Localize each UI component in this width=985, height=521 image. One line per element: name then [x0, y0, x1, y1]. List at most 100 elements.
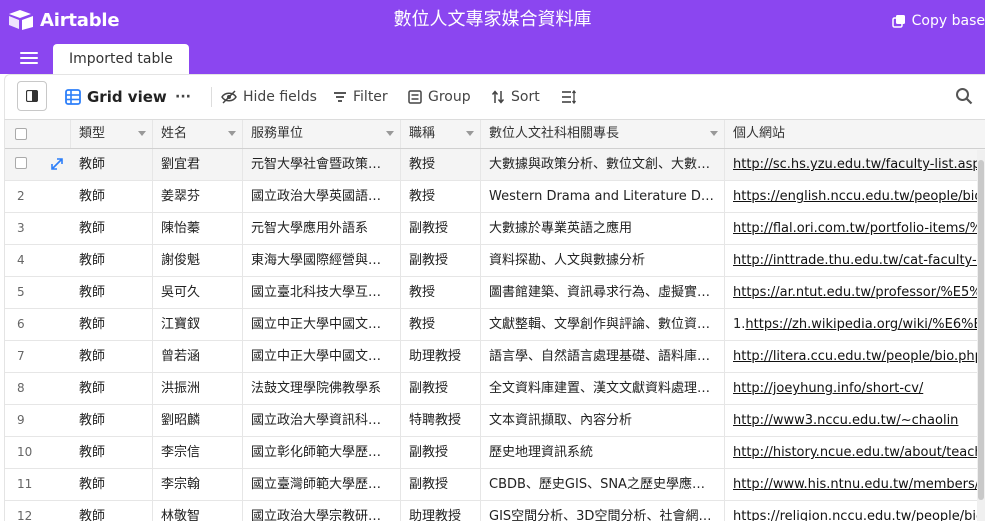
website-link[interactable]: http://inttrade.thu.edu.tw/cat-faculty-1…: [733, 253, 985, 268]
cell-name[interactable]: 李宗翰: [153, 469, 243, 500]
table-row[interactable]: 12 教師 林敬智 國立政治大學宗教研究所 助理教授 GIS空間分析、3D空間分…: [5, 501, 985, 521]
cell-title[interactable]: 副教授: [401, 373, 481, 404]
table-row[interactable]: 8 教師 洪振洲 法鼓文理學院佛教學系 副教授 全文資料庫建置、漢文文獻資料處理…: [5, 373, 985, 405]
website-link[interactable]: http://flal.ori.com.tw/portfolio-items/%…: [733, 221, 985, 236]
cell-unit[interactable]: 國立政治大學英國語文學系: [243, 181, 401, 212]
column-header-unit[interactable]: 服務單位: [243, 120, 401, 148]
cell-name[interactable]: 李宗信: [153, 437, 243, 468]
cell-website[interactable]: 1.https://zh.wikipedia.org/wiki/%E6%B1%9…: [725, 309, 985, 340]
cell-skill[interactable]: 全文資料庫建置、漢文文獻資料處理與分析: [481, 373, 725, 404]
cell-type[interactable]: 教師: [71, 373, 153, 404]
cell-unit[interactable]: 元智大學應用外語系: [243, 213, 401, 244]
cell-skill[interactable]: CBDB、歷史GIS、SNA之歷史學應用研究: [481, 469, 725, 500]
chevron-down-icon[interactable]: [228, 131, 236, 137]
table-row[interactable]: 9 教師 劉昭麟 國立政治大學資訊科學系 特聘教授 文本資訊擷取、內容分析 ht…: [5, 405, 985, 437]
cell-skill[interactable]: 文本資訊擷取、內容分析: [481, 405, 725, 436]
cell-name[interactable]: 吳可久: [153, 277, 243, 308]
cell-unit[interactable]: 國立中正大學中國文學系: [243, 341, 401, 372]
hide-fields-button[interactable]: Hide fields: [221, 75, 317, 119]
view-more-button[interactable]: ···: [175, 75, 191, 119]
website-link[interactable]: http://sc.hs.yzu.edu.tw/faculty-list.asp…: [733, 157, 985, 172]
cell-type[interactable]: 教師: [71, 181, 153, 212]
cell-type[interactable]: 教師: [71, 437, 153, 468]
cell-skill[interactable]: 大數據於專業英語之應用: [481, 213, 725, 244]
cell-unit[interactable]: 國立政治大學宗教研究所: [243, 501, 401, 521]
website-link[interactable]: http://history.ncue.edu.tw/about/teacher: [733, 445, 985, 460]
cell-name[interactable]: 陳怡蓁: [153, 213, 243, 244]
column-header-title[interactable]: 職稱: [401, 120, 481, 148]
cell-name[interactable]: 劉昭麟: [153, 405, 243, 436]
table-row[interactable]: 10 教師 李宗信 國立彰化師範大學歷史學研究所 副教授 歷史地理資訊系統 ht…: [5, 437, 985, 469]
cell-name[interactable]: 劉宜君: [153, 149, 243, 180]
cell-title[interactable]: 特聘教授: [401, 405, 481, 436]
copy-base-button[interactable]: Copy base: [891, 10, 985, 32]
cell-skill[interactable]: 歷史地理資訊系統: [481, 437, 725, 468]
cell-type[interactable]: 教師: [71, 213, 153, 244]
website-link[interactable]: https://ar.ntut.edu.tw/professor/%E5%90: [733, 285, 985, 300]
row-height-button[interactable]: [561, 75, 583, 119]
cell-unit[interactable]: 國立中正大學中國文學系: [243, 309, 401, 340]
chevron-down-icon[interactable]: [466, 131, 474, 137]
sort-button[interactable]: Sort: [491, 75, 540, 119]
hamburger-icon[interactable]: [20, 52, 38, 66]
cell-type[interactable]: 教師: [71, 277, 153, 308]
website-link[interactable]: http://www.his.ntnu.edu.tw/members/bio: [733, 477, 985, 492]
view-switcher[interactable]: Grid view: [65, 75, 167, 119]
website-link[interactable]: http://litera.ccu.edu.tw/people/bio.php?…: [733, 349, 985, 364]
cell-skill[interactable]: 大數據與政策分析、數位文創、大數據與治理: [481, 149, 725, 180]
column-header-name[interactable]: 姓名: [153, 120, 243, 148]
cell-name[interactable]: 洪振洲: [153, 373, 243, 404]
cell-unit[interactable]: 東海大學國際經營與貿易學系: [243, 245, 401, 276]
cell-website[interactable]: http://history.ncue.edu.tw/about/teacher: [725, 437, 985, 468]
cell-type[interactable]: 教師: [71, 309, 153, 340]
search-icon[interactable]: [955, 87, 973, 105]
table-row[interactable]: 7 教師 曾若涵 國立中正大學中國文學系 助理教授 語言學、自然語言處理基礎、語…: [5, 341, 985, 373]
table-row[interactable]: 5 教師 吳可久 國立臺北科技大學互動設計系 教授 圖書館建築、資訊尋求行為、虛…: [5, 277, 985, 309]
cell-unit[interactable]: 國立臺灣師範大學歷史學系: [243, 469, 401, 500]
cell-website[interactable]: https://english.nccu.edu.tw/people/bio.p…: [725, 181, 985, 212]
chevron-down-icon[interactable]: [138, 131, 146, 137]
cell-name[interactable]: 謝俊魁: [153, 245, 243, 276]
website-link[interactable]: https://religion.nccu.edu.tw/people/bio.…: [733, 509, 985, 521]
cell-title[interactable]: 副教授: [401, 213, 481, 244]
cell-type[interactable]: 教師: [71, 149, 153, 180]
cell-website[interactable]: http://sc.hs.yzu.edu.tw/faculty-list.asp…: [725, 149, 985, 180]
cell-title[interactable]: 助理教授: [401, 501, 481, 521]
table-row[interactable]: 6 教師 江寶釵 國立中正大學中國文學系 教授 文獻整輯、文學創作與評論、數位資…: [5, 309, 985, 341]
cell-website[interactable]: http://www.his.ntnu.edu.tw/members/bio: [725, 469, 985, 500]
cell-website[interactable]: https://ar.ntut.edu.tw/professor/%E5%90: [725, 277, 985, 308]
cell-skill[interactable]: GIS空間分析、3D空間分析、社會網絡分析: [481, 501, 725, 521]
cell-unit[interactable]: 國立臺北科技大學互動設計系: [243, 277, 401, 308]
cell-title[interactable]: 副教授: [401, 437, 481, 468]
cell-unit[interactable]: 元智大學社會暨政策科學學系: [243, 149, 401, 180]
expand-record-icon[interactable]: [51, 158, 63, 170]
chevron-down-icon[interactable]: [386, 131, 394, 137]
cell-skill[interactable]: Western Drama and Literature Digital Hum…: [481, 181, 725, 212]
table-row[interactable]: 11 教師 李宗翰 國立臺灣師範大學歷史學系 副教授 CBDB、歷史GIS、SN…: [5, 469, 985, 501]
cell-title[interactable]: 教授: [401, 277, 481, 308]
cell-title[interactable]: 教授: [401, 181, 481, 212]
cell-website[interactable]: http://inttrade.thu.edu.tw/cat-faculty-1…: [725, 245, 985, 276]
website-link[interactable]: https://zh.wikipedia.org/wiki/%E6%B1%9F: [745, 317, 985, 332]
cell-skill[interactable]: 語言學、自然語言處理基礎、語料庫語言學: [481, 341, 725, 372]
row-select-cell[interactable]: [5, 149, 71, 180]
cell-title[interactable]: 教授: [401, 149, 481, 180]
cell-unit[interactable]: 國立政治大學資訊科學系: [243, 405, 401, 436]
cell-type[interactable]: 教師: [71, 341, 153, 372]
filter-button[interactable]: Filter: [333, 75, 388, 119]
cell-skill[interactable]: 文獻整輯、文學創作與評論、數位資料庫建置: [481, 309, 725, 340]
base-title[interactable]: 數位人文專家媒合資料庫: [0, 8, 985, 32]
cell-title[interactable]: 副教授: [401, 469, 481, 500]
cell-website[interactable]: http://litera.ccu.edu.tw/people/bio.php?…: [725, 341, 985, 372]
cell-skill[interactable]: 資料探勘、人文與數據分析: [481, 245, 725, 276]
cell-website[interactable]: http://www3.nccu.edu.tw/~chaolin: [725, 405, 985, 436]
chevron-down-icon[interactable]: [710, 131, 718, 137]
table-row[interactable]: 3 教師 陳怡蓁 元智大學應用外語系 副教授 大數據於專業英語之應用 http:…: [5, 213, 985, 245]
group-button[interactable]: Group: [408, 75, 471, 119]
select-all-checkbox[interactable]: [15, 128, 27, 140]
cell-name[interactable]: 林敬智: [153, 501, 243, 521]
cell-skill[interactable]: 圖書館建築、資訊尋求行為、虛擬實境應用: [481, 277, 725, 308]
website-link[interactable]: https://english.nccu.edu.tw/people/bio.p…: [733, 189, 985, 204]
table-row[interactable]: 4 教師 謝俊魁 東海大學國際經營與貿易學系 副教授 資料探勘、人文與數據分析 …: [5, 245, 985, 277]
cell-name[interactable]: 曾若涵: [153, 341, 243, 372]
